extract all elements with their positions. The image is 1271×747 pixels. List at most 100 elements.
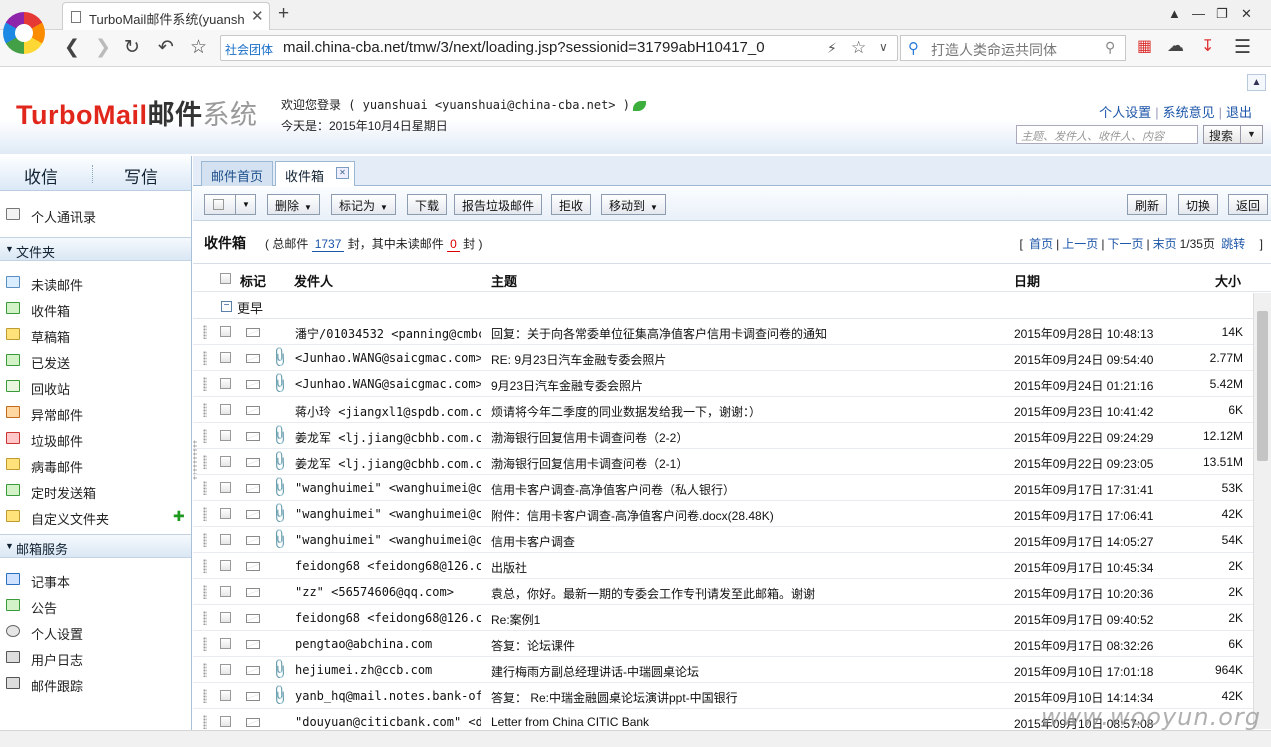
row-from[interactable]: "wanghuimei" <wanghuimei@chinabank.com> xyxy=(295,507,481,521)
row-checkbox[interactable] xyxy=(220,404,231,415)
sidebar-item-contacts[interactable]: 个人通讯录 xyxy=(0,202,191,228)
reject-button[interactable]: 拒收 xyxy=(551,194,592,215)
row-checkbox[interactable] xyxy=(220,560,231,571)
row-checkbox[interactable] xyxy=(220,612,231,623)
tab-close-icon[interactable]: ✕ xyxy=(336,167,349,179)
drag-handle[interactable] xyxy=(203,325,207,339)
table-row[interactable]: pengtao@abchina.com 答复：论坛课件 2015年09月17日 08… xyxy=(193,631,1253,657)
tab-close-icon[interactable]: ✕ xyxy=(251,7,264,25)
table-row[interactable]: 潘宁/01034532 <panning@cmbchina.com> 回复：关于向… xyxy=(193,319,1253,345)
sidebar-item-custom-folder[interactable]: 自定义文件夹 ✚ xyxy=(0,504,191,530)
table-row[interactable]: 📎"wanghuimei" <wanghuimei@chinabank.com>… xyxy=(193,527,1253,553)
delete-button[interactable]: 删除 ▼ xyxy=(267,194,320,215)
sidebar-item-mail-tracking[interactable]: 邮件跟踪 xyxy=(0,671,191,697)
sidebar-item-settings[interactable]: 个人设置 xyxy=(0,619,191,645)
maximize-icon[interactable]: ❐ xyxy=(1216,6,1228,22)
sidebar-item-sent[interactable]: 已发送 xyxy=(0,348,191,374)
sidebar-item-scheduled[interactable]: 定时发送箱 xyxy=(0,478,191,504)
row-checkbox[interactable] xyxy=(220,456,231,467)
sidebar-item-virus[interactable]: 病毒邮件 xyxy=(0,452,191,478)
report-spam-button[interactable]: 报告垃圾邮件 xyxy=(454,194,543,215)
back-icon[interactable]: ❮ xyxy=(64,36,80,59)
row-subject[interactable]: 答复：论坛课件 xyxy=(491,637,1001,654)
select-all-checkbox[interactable] xyxy=(213,199,224,210)
row-checkbox[interactable] xyxy=(220,508,231,519)
drag-handle[interactable] xyxy=(203,559,207,573)
table-row[interactable]: "zz" <56574606@qq.com> 袁总，你好。最新一期的专委会工作专刊… xyxy=(193,579,1253,605)
undo-icon[interactable]: ↶ xyxy=(158,36,174,59)
download-icon[interactable]: ↧ xyxy=(1201,36,1214,56)
personal-settings-link[interactable]: 个人设置 xyxy=(1099,105,1151,120)
table-row[interactable]: feidong68 <feidong68@126.com> Re:案例1 2015年… xyxy=(193,605,1253,631)
row-from[interactable]: 姜龙军 <lj.jiang@cbhb.com.cn> xyxy=(295,429,481,446)
drag-handle[interactable] xyxy=(203,351,207,365)
row-from[interactable]: feidong68 <feidong68@126.com> xyxy=(295,611,481,625)
row-subject[interactable]: RE: 9月23日汽车金融专委会照片 xyxy=(491,351,1001,368)
sidebar-item-trash[interactable]: 回收站 xyxy=(0,374,191,400)
sidebar-section-services[interactable]: ▼ 邮箱服务 xyxy=(0,534,191,558)
collapse-header-icon[interactable]: ▲ xyxy=(1247,74,1266,91)
drag-handle[interactable] xyxy=(203,377,207,391)
drag-handle[interactable] xyxy=(203,455,207,469)
total-count[interactable]: 1737 xyxy=(311,237,345,252)
drag-handle[interactable] xyxy=(203,585,207,599)
drag-handle[interactable] xyxy=(203,611,207,625)
column-subject[interactable]: 主题 xyxy=(491,271,517,290)
row-subject[interactable]: 渤海银行回复信用卡调查问卷（2-1） xyxy=(491,455,1001,472)
sidebar-item-abnormal[interactable]: 异常邮件 xyxy=(0,400,191,426)
sidebar-item-inbox[interactable]: 收件箱 xyxy=(0,296,191,322)
mail-search-button[interactable]: 搜索 ▼ xyxy=(1203,125,1263,144)
row-checkbox[interactable] xyxy=(220,352,231,363)
next-page-link[interactable]: 下一页 xyxy=(1107,237,1143,251)
row-checkbox[interactable] xyxy=(220,586,231,597)
column-size[interactable]: 大小 xyxy=(1215,271,1241,290)
row-from[interactable]: hejiumei.zh@ccb.com xyxy=(295,663,481,677)
cloud-icon[interactable]: ☁ xyxy=(1167,36,1184,56)
row-subject[interactable]: Letter from China CITIC Bank xyxy=(491,715,1001,729)
group-collapse-icon[interactable]: − xyxy=(221,301,232,312)
row-subject[interactable]: 附件：信用卡客户调查-高净值客户问卷.docx(28.48K) xyxy=(491,507,1001,524)
forward-icon[interactable]: ❯ xyxy=(95,36,111,59)
jump-link[interactable]: 跳转 xyxy=(1221,237,1245,251)
scrollbar-thumb[interactable] xyxy=(1257,311,1268,461)
row-checkbox[interactable] xyxy=(220,326,231,337)
first-page-link[interactable]: 首页 xyxy=(1029,237,1053,251)
system-feedback-link[interactable]: 系统意见 xyxy=(1163,105,1215,120)
select-all-dropdown[interactable]: ▼ xyxy=(204,194,256,215)
row-subject[interactable]: 烦请将今年二季度的同业数据发给我一下，谢谢：） xyxy=(491,403,1001,420)
move-to-button[interactable]: 移动到 ▼ xyxy=(601,194,666,215)
receive-mail-button[interactable]: 收信 xyxy=(24,163,58,188)
drag-handle[interactable] xyxy=(203,715,207,729)
mail-list-scrollbar[interactable] xyxy=(1253,293,1271,729)
table-row[interactable]: 📎 姜龙军 <lj.jiang@cbhb.com.cn> 渤海银行回复信用卡调查问卷… xyxy=(193,423,1253,449)
lightning-icon[interactable]: ⚡ xyxy=(827,40,837,57)
row-checkbox[interactable] xyxy=(220,664,231,675)
header-checkbox[interactable] xyxy=(220,273,231,284)
apps-grid-icon[interactable]: ▦ xyxy=(1137,36,1152,56)
reload-icon[interactable]: ↻ xyxy=(124,36,140,59)
row-subject[interactable]: 袁总，你好。最新一期的专委会工作专刊请发至此邮箱。谢谢 xyxy=(491,585,1001,602)
row-from[interactable]: yanb_hq@mail.notes.bank-of-china.com xyxy=(295,689,481,703)
row-checkbox[interactable] xyxy=(220,378,231,389)
add-folder-icon[interactable]: ✚ xyxy=(173,508,185,525)
row-from[interactable]: feidong68 <feidong68@126.com> xyxy=(295,559,481,573)
table-row[interactable]: 📎 姜龙军 <lj.jiang@cbhb.com.cn> 渤海银行回复信用卡调查问卷… xyxy=(193,449,1253,475)
sidebar-section-folders[interactable]: ▼ 文件夹 xyxy=(0,237,191,261)
chevron-down-icon[interactable]: ∨ xyxy=(879,40,888,54)
drag-handle[interactable] xyxy=(203,689,207,703)
drag-handle[interactable] xyxy=(203,637,207,651)
url-text[interactable]: mail.china-cba.net/tmw/3/next/loading.js… xyxy=(283,39,813,56)
row-checkbox[interactable] xyxy=(220,716,231,727)
row-subject[interactable]: 9月23日汽车金融专委会照片 xyxy=(491,377,1001,394)
row-checkbox[interactable] xyxy=(220,638,231,649)
sidebar-item-user-log[interactable]: 用户日志 xyxy=(0,645,191,671)
sidebar-item-notepad[interactable]: 记事本 xyxy=(0,567,191,593)
logout-link[interactable]: 退出 xyxy=(1226,105,1252,120)
write-mail-button[interactable]: 写信 xyxy=(124,163,158,188)
table-row[interactable]: 蒋小玲 <jiangxl1@spdb.com.cn> 烦请将今年二季度的同业数据发… xyxy=(193,397,1253,423)
drag-handle[interactable] xyxy=(203,403,207,417)
row-from[interactable]: "zz" <56574606@qq.com> xyxy=(295,585,481,599)
table-row[interactable]: 📎 <Junhao.WANG@saicgmac.com> RE: 9月23日汽车金融… xyxy=(193,345,1253,371)
row-subject[interactable]: 出版社 xyxy=(491,559,1001,576)
row-from[interactable]: "wanghuimei" <wanghuimei@chinabank.com> xyxy=(295,481,481,495)
